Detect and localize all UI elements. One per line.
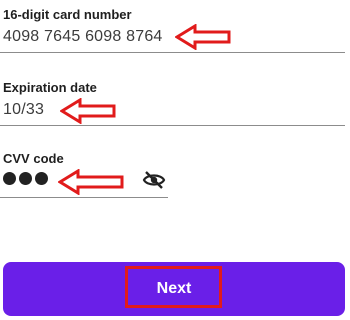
cvv-underline (0, 197, 168, 198)
masked-digit-dot (35, 172, 48, 185)
card-number-underline (0, 52, 345, 53)
annotation-arrow-icon (175, 24, 231, 50)
card-details-form: 16-digit card number 4098 7645 6098 8764… (0, 0, 350, 320)
card-number-input[interactable]: 4098 7645 6098 8764 (3, 28, 163, 46)
expiration-underline (0, 125, 345, 126)
cvv-masked-input[interactable] (3, 172, 48, 185)
expiration-label: Expiration date (3, 80, 97, 95)
cvv-label: CVV code (3, 151, 64, 166)
annotation-arrow-icon (60, 98, 116, 124)
masked-digit-dot (3, 172, 16, 185)
annotation-arrow-icon (58, 169, 124, 195)
card-number-label: 16-digit card number (3, 7, 132, 22)
eye-slash-icon[interactable] (142, 170, 166, 190)
next-button-label: Next (156, 280, 192, 297)
masked-digit-dot (19, 172, 32, 185)
next-button[interactable]: Next (3, 262, 345, 316)
expiration-input[interactable]: 10/33 (3, 101, 44, 119)
